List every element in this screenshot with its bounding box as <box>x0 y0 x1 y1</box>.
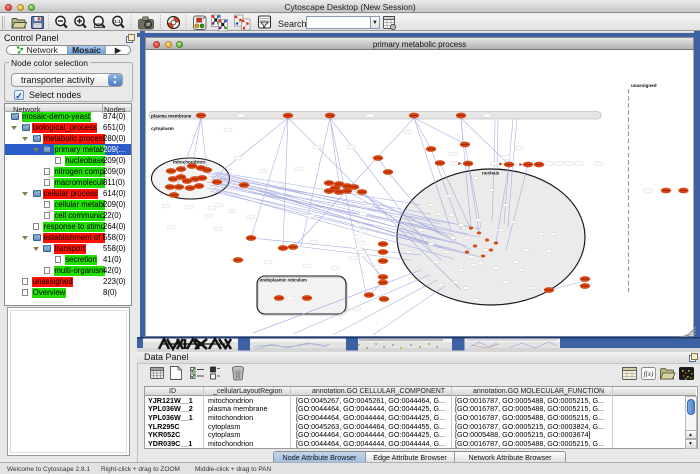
svg-text:1:1: 1:1 <box>114 19 121 24</box>
svg-text:cytoplasm: cytoplasm <box>151 126 174 131</box>
svg-text:unassigned: unassigned <box>631 83 657 88</box>
svg-text:endoplasmic reticulum: endoplasmic reticulum <box>260 278 307 283</box>
svg-text:f(x): f(x) <box>644 370 654 378</box>
svg-text:plasma membrane: plasma membrane <box>151 113 192 118</box>
